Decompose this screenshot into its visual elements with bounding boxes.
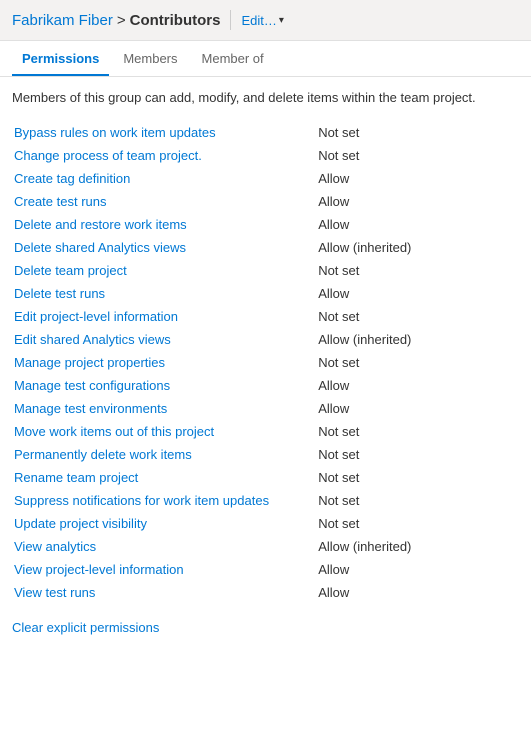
table-row: Create tag definitionAllow [12,167,519,190]
permission-value: Allow [316,397,519,420]
table-row: Change process of team project.Not set [12,144,519,167]
permission-name[interactable]: Delete test runs [12,282,316,305]
permission-value: Allow [316,581,519,604]
table-row: Move work items out of this projectNot s… [12,420,519,443]
table-row: View project-level informationAllow [12,558,519,581]
edit-button[interactable]: Edit… ▾ [241,13,283,28]
table-row: View analyticsAllow (inherited) [12,535,519,558]
table-row: Suppress notifications for work item upd… [12,489,519,512]
header: Fabrikam Fiber > Contributors Edit… ▾ [0,0,531,41]
permission-name[interactable]: Rename team project [12,466,316,489]
table-row: Bypass rules on work item updatesNot set [12,121,519,144]
permission-name[interactable]: Delete and restore work items [12,213,316,236]
table-row: Delete and restore work itemsAllow [12,213,519,236]
permission-value: Allow [316,282,519,305]
permission-value: Not set [316,466,519,489]
permission-value: Not set [316,305,519,328]
permission-value: Allow [316,167,519,190]
permission-name[interactable]: Manage project properties [12,351,316,374]
permission-value: Allow (inherited) [316,328,519,351]
clear-permissions-link[interactable]: Clear explicit permissions [12,620,519,635]
table-row: Delete shared Analytics viewsAllow (inhe… [12,236,519,259]
table-row: Rename team projectNot set [12,466,519,489]
permission-name[interactable]: View project-level information [12,558,316,581]
permission-name[interactable]: Edit project-level information [12,305,316,328]
permission-name[interactable]: View analytics [12,535,316,558]
permission-name[interactable]: Move work items out of this project [12,420,316,443]
breadcrumb-current: Contributors [130,12,221,29]
table-row: Permanently delete work itemsNot set [12,443,519,466]
breadcrumb-project[interactable]: Fabrikam Fiber [12,12,113,29]
permission-name[interactable]: Delete shared Analytics views [12,236,316,259]
permission-name[interactable]: Change process of team project. [12,144,316,167]
tab-permissions[interactable]: Permissions [12,41,109,76]
table-row: View test runsAllow [12,581,519,604]
permission-name[interactable]: Edit shared Analytics views [12,328,316,351]
permission-value: Not set [316,351,519,374]
permission-name[interactable]: Suppress notifications for work item upd… [12,489,316,512]
table-row: Create test runsAllow [12,190,519,213]
permission-value: Allow (inherited) [316,535,519,558]
table-row: Manage test configurationsAllow [12,374,519,397]
permission-value: Not set [316,420,519,443]
table-row: Manage test environmentsAllow [12,397,519,420]
permission-name[interactable]: View test runs [12,581,316,604]
content-area: Members of this group can add, modify, a… [0,77,531,651]
permission-name[interactable]: Permanently delete work items [12,443,316,466]
permission-name[interactable]: Create tag definition [12,167,316,190]
permission-value: Allow (inherited) [316,236,519,259]
permission-value: Not set [316,512,519,535]
permission-value: Not set [316,489,519,512]
table-row: Edit shared Analytics viewsAllow (inheri… [12,328,519,351]
permission-value: Not set [316,443,519,466]
header-divider [230,10,231,30]
table-row: Update project visibilityNot set [12,512,519,535]
permission-value: Not set [316,144,519,167]
breadcrumb-separator: > [117,12,126,29]
tab-member-of[interactable]: Member of [192,41,274,76]
permission-name[interactable]: Manage test configurations [12,374,316,397]
permission-value: Allow [316,374,519,397]
table-row: Delete test runsAllow [12,282,519,305]
edit-label: Edit… [241,13,276,28]
table-row: Manage project propertiesNot set [12,351,519,374]
permission-name[interactable]: Update project visibility [12,512,316,535]
permission-name[interactable]: Create test runs [12,190,316,213]
permission-value: Allow [316,213,519,236]
permission-name[interactable]: Delete team project [12,259,316,282]
permissions-table: Bypass rules on work item updatesNot set… [12,121,519,604]
group-description: Members of this group can add, modify, a… [12,89,519,107]
permission-value: Not set [316,259,519,282]
permission-value: Allow [316,558,519,581]
tabs-bar: Permissions Members Member of [0,41,531,77]
permission-value: Allow [316,190,519,213]
tab-members[interactable]: Members [113,41,187,76]
chevron-down-icon: ▾ [279,15,284,26]
permission-name[interactable]: Bypass rules on work item updates [12,121,316,144]
table-row: Edit project-level informationNot set [12,305,519,328]
table-row: Delete team projectNot set [12,259,519,282]
permission-name[interactable]: Manage test environments [12,397,316,420]
permission-value: Not set [316,121,519,144]
